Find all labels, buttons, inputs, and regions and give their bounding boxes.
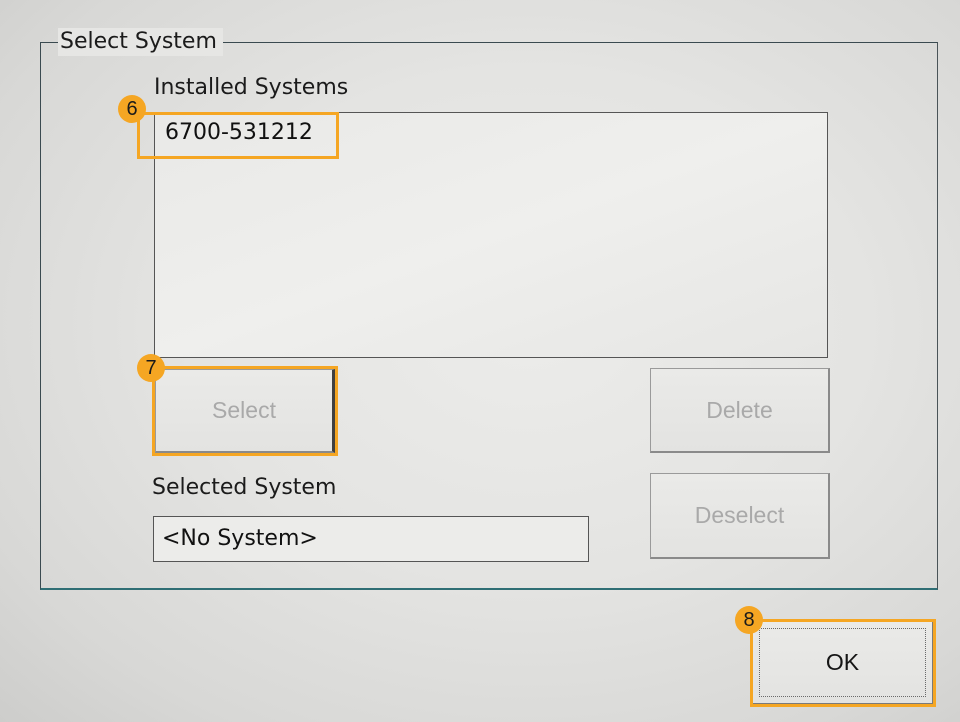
installed-systems-label: Installed Systems	[154, 75, 349, 100]
select-button[interactable]: Select	[155, 369, 335, 453]
list-item[interactable]: 6700-531212	[165, 119, 313, 147]
annotation-badge-7: 7	[137, 354, 165, 382]
groupbox-title: Select System	[58, 28, 223, 56]
groupbox-border-tick	[40, 42, 54, 43]
delete-button[interactable]: Delete	[650, 368, 830, 453]
annotation-badge-6: 6	[118, 95, 146, 123]
selected-system-label: Selected System	[152, 475, 337, 500]
deselect-button[interactable]: Deselect	[650, 473, 830, 559]
selected-system-field: <No System>	[153, 516, 589, 562]
annotation-badge-8: 8	[735, 606, 763, 634]
ok-button[interactable]: OK	[752, 621, 934, 705]
installed-systems-listbox[interactable]: 6700-531212	[154, 112, 828, 358]
selected-system-value: <No System>	[162, 526, 318, 551]
ok-button-label: OK	[825, 649, 860, 675]
